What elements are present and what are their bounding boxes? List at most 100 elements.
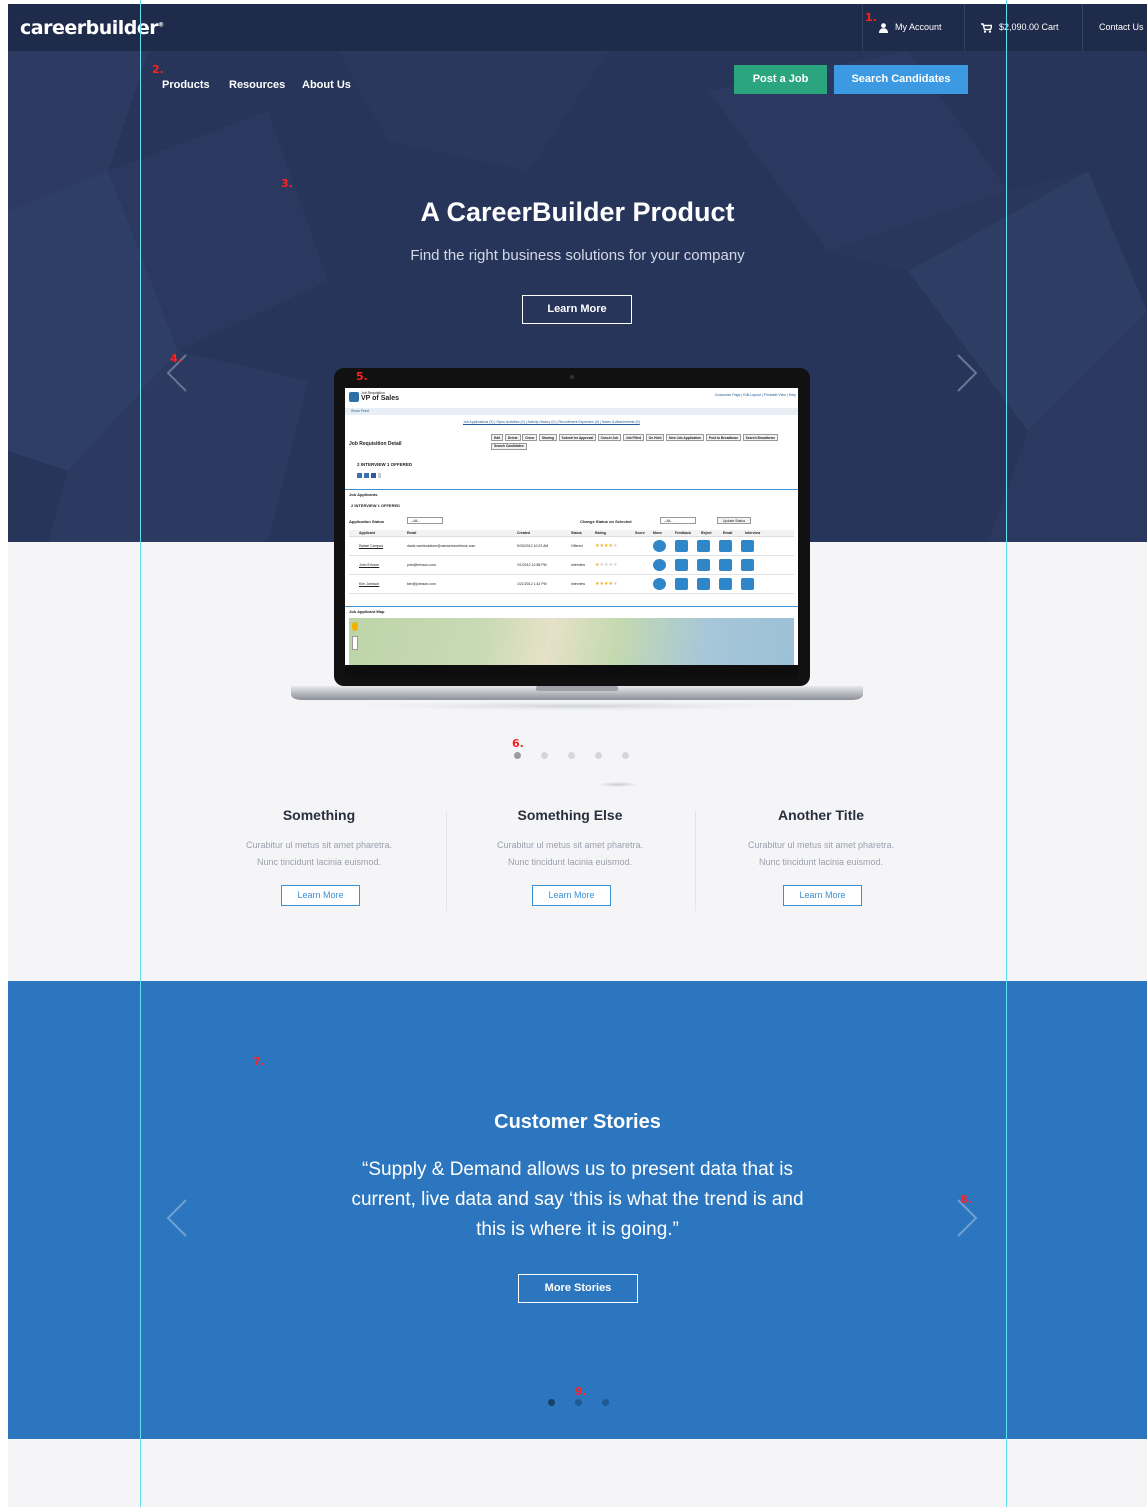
related-tabs[interactable]: Job Applications (3) | Open Activities (… — [463, 420, 640, 424]
carousel-dot[interactable] — [568, 752, 575, 759]
hero-learn-more-button[interactable]: Learn More — [522, 295, 632, 324]
logo[interactable]: careerbuilder® — [20, 17, 164, 39]
nav-about-us[interactable]: About Us — [302, 79, 351, 91]
stories-carousel-dot[interactable] — [575, 1399, 582, 1406]
top-bar: careerbuilder® My Account $2,090.00 Cart… — [8, 4, 1147, 51]
feature-text-line: Curabitur ul metus sit amet pharetra. — [245, 840, 393, 850]
post-a-job-button[interactable]: Post a Job — [734, 65, 827, 94]
reject-icon[interactable] — [697, 559, 710, 571]
screen-action-button[interactable]: Clone — [522, 434, 538, 441]
carousel-dot[interactable] — [595, 752, 602, 759]
table-column-header[interactable]: Move — [653, 530, 675, 536]
screen-action-button[interactable]: On Hold — [645, 434, 665, 441]
nav-products[interactable]: Products — [162, 79, 210, 91]
stories-prev-arrow-icon[interactable] — [166, 1199, 188, 1237]
applicant-name-link[interactable]: Rafael Campos — [349, 537, 407, 556]
more-stories-button[interactable]: More Stories — [518, 1274, 638, 1303]
interview-calendar-icon[interactable] — [741, 559, 754, 571]
table-row[interactable]: Rafael Campos david.vanheukelom@vanwexwor… — [349, 537, 794, 556]
reject-icon[interactable] — [697, 578, 710, 590]
email-icon[interactable] — [719, 559, 732, 571]
carousel-dot[interactable] — [514, 752, 521, 759]
screen-action-button[interactable]: New Job Application — [665, 434, 705, 441]
map-pegman-icon[interactable] — [352, 622, 358, 631]
map-zoom-icon[interactable] — [352, 636, 358, 650]
table-column-header[interactable]: Applicant — [349, 530, 407, 536]
feature-learn-more-button[interactable]: Learn More — [281, 885, 360, 906]
cart-link[interactable]: $2,090.00 Cart — [964, 4, 1082, 51]
interview-calendar-icon[interactable] — [741, 540, 754, 552]
header-links[interactable]: Customize Page | Edit Layout | Printable… — [715, 393, 796, 397]
screen-action-button[interactable]: Edit — [491, 434, 504, 441]
feature-learn-more-button[interactable]: Learn More — [783, 885, 862, 906]
screen-action-button[interactable]: Sharing — [538, 434, 558, 441]
rating-stars-icon: ★★★★★ — [595, 561, 618, 568]
reject-icon[interactable] — [697, 540, 710, 552]
feedback-icon[interactable] — [675, 559, 688, 571]
search-candidates-button[interactable]: Search Candidates — [834, 65, 968, 94]
map-section-title: Job Applicant Map — [349, 609, 385, 614]
move-globe-icon[interactable] — [653, 559, 666, 571]
screen-action-button[interactable]: Search Broadbean — [742, 434, 778, 441]
stories-carousel-dot[interactable] — [548, 1399, 555, 1406]
applicant-status: Interview — [571, 581, 586, 586]
feature-text: Curabitur ul metus sit amet pharetra. Nun… — [445, 837, 695, 871]
contact-us-link[interactable]: Contact Us — [1082, 4, 1147, 51]
interview-calendar-icon[interactable] — [741, 578, 754, 590]
carousel-dot[interactable] — [541, 752, 548, 759]
stories-carousel-dot[interactable] — [602, 1399, 609, 1406]
cart-icon — [981, 22, 994, 33]
applicant-name-link[interactable]: John Ericson — [349, 556, 407, 575]
table-row[interactable]: John Ericson john@ericson.com 2/1/2012 12:… — [349, 556, 794, 575]
app-icon — [349, 392, 359, 402]
application-status-label: Application Status — [349, 519, 385, 524]
applicant-map[interactable] — [349, 618, 794, 665]
stories-title: Customer Stories — [494, 1111, 661, 1133]
user-icon — [879, 22, 888, 33]
feature-learn-more-button[interactable]: Learn More — [532, 885, 611, 906]
status-filter[interactable]: --All-- — [407, 517, 443, 524]
table-column-header[interactable]: Status — [571, 530, 595, 536]
show-feed-link[interactable]: Show Feed — [351, 409, 369, 413]
applicant-name-link[interactable]: Kim Johnson — [349, 575, 407, 594]
my-account-label: My Account — [895, 22, 942, 32]
screen-action-button[interactable]: Job Filled — [622, 434, 645, 441]
table-column-header[interactable]: Rating — [595, 530, 635, 536]
feedback-icon[interactable] — [675, 540, 688, 552]
feedback-icon[interactable] — [675, 578, 688, 590]
guide-line-right — [1006, 0, 1007, 1507]
change-status-label: Change Status on Selected — [580, 519, 632, 524]
change-status-select[interactable]: --All-- — [660, 517, 696, 524]
screen-action-button[interactable]: Search Candidates — [491, 442, 527, 450]
screen-action-button[interactable]: Delete — [504, 434, 521, 441]
move-globe-icon[interactable] — [653, 578, 666, 590]
nav-resources[interactable]: Resources — [229, 79, 285, 91]
screen-action-button[interactable]: Post to Broadbean — [705, 434, 742, 441]
feature-text-line: Curabitur ul metus sit amet pharetra. — [496, 840, 644, 850]
move-globe-icon[interactable] — [653, 540, 666, 552]
hero-next-arrow-icon[interactable] — [956, 354, 978, 392]
table-column-header[interactable]: Created — [517, 530, 571, 536]
email-icon[interactable] — [719, 578, 732, 590]
my-account-link[interactable]: My Account — [862, 4, 964, 51]
email-icon[interactable] — [719, 540, 732, 552]
screen-action-button[interactable]: Submit for Approval — [558, 434, 597, 441]
action-buttons: Edit Delete Clone Sharing Submit for Approva… — [491, 434, 791, 450]
table-column-header[interactable]: Reject — [701, 530, 723, 536]
customer-stories-section: Customer Stories “Supply & Demand allows… — [8, 981, 1147, 1439]
table-column-header[interactable]: Interview — [745, 530, 767, 536]
annotation-marker: 3. — [281, 177, 293, 190]
quote-line: “Supply & Demand allows us to present da… — [362, 1159, 793, 1180]
carousel-dot[interactable] — [622, 752, 629, 759]
update-status-button[interactable]: Update Status — [717, 517, 751, 524]
share-icons[interactable] — [357, 473, 381, 478]
table-column-header[interactable]: Email — [723, 530, 745, 536]
feature-text-line: Nunc tincidunt lacinia euismod. — [758, 857, 884, 867]
table-column-header[interactable]: Score — [635, 530, 653, 536]
table-column-header[interactable]: Feedback — [675, 530, 701, 536]
screen-action-button[interactable]: Cancel Job — [597, 434, 622, 441]
table-column-header[interactable]: Email — [407, 530, 517, 536]
table-row[interactable]: Kim Johnson kim@johnson.com 1/21/2012 1:42… — [349, 575, 794, 594]
detail-title: Job Requisition Detail — [349, 441, 402, 447]
applicant-status: Offered — [571, 543, 583, 548]
